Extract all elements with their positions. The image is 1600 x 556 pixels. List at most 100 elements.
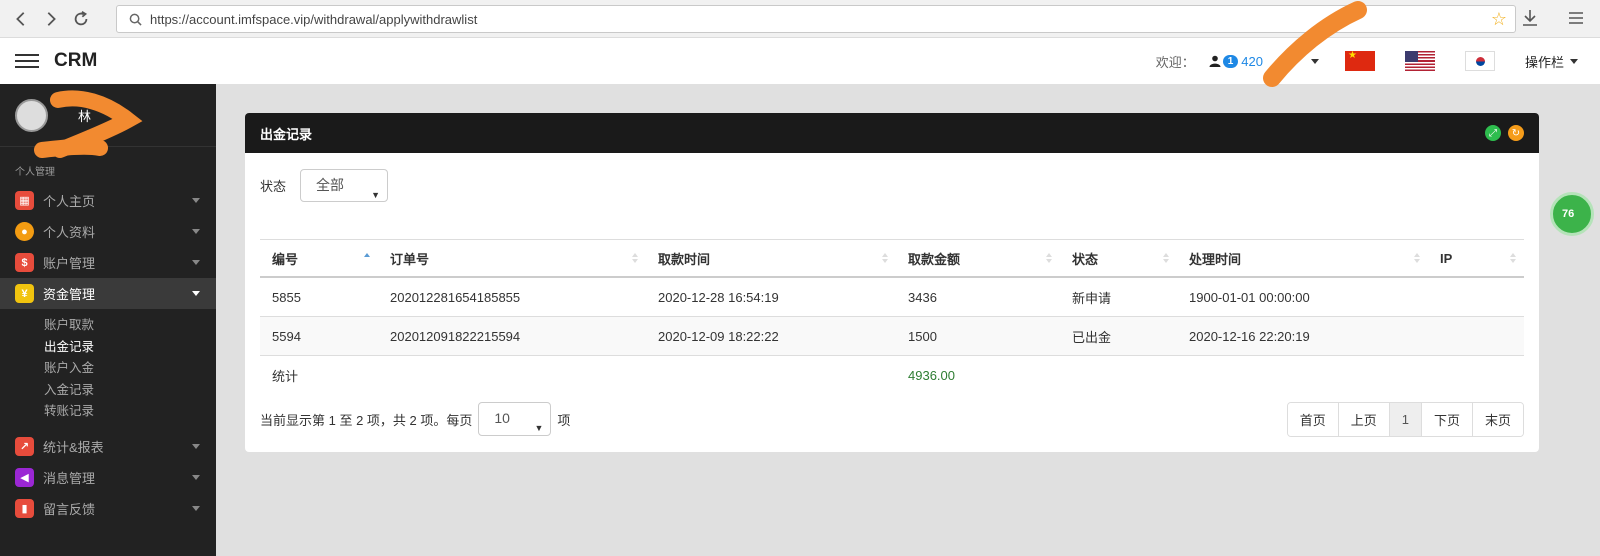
sort-icon: [1046, 253, 1052, 263]
reload-button[interactable]: [66, 4, 96, 34]
cell-amount: 1500: [908, 328, 937, 344]
page-current[interactable]: 1: [1388, 403, 1421, 436]
sidebar-item-reports[interactable]: ↗ 统计&报表: [0, 431, 216, 462]
funds-submenu: 账户取款 出金记录 账户入金 入金记录 转账记录: [0, 309, 216, 431]
sidebar-item-feedback[interactable]: ▮ 留言反馈: [0, 493, 216, 524]
column-header-processed[interactable]: 处理时间: [1177, 240, 1428, 276]
sort-icon: [1414, 253, 1420, 263]
flag-kr-icon[interactable]: [1464, 51, 1495, 71]
submenu-item-deposit[interactable]: 账户入金: [44, 358, 216, 380]
operations-label: 操作栏: [1524, 54, 1564, 70]
sidebar-item-funds[interactable]: ¥ 资金管理: [0, 278, 216, 309]
withdrawal-records-panel: 出金记录 ⤢ ↻ 状态 全部 ▼ 编号 订单号 取款时间 取款金额 状态 处理时…: [245, 113, 1539, 452]
section-label: 个人管理: [15, 167, 55, 178]
submenu-item-withdraw-records[interactable]: 出金记录: [44, 337, 216, 359]
notification-badge: 1: [1222, 54, 1239, 68]
page-first[interactable]: 首页: [1287, 403, 1338, 436]
download-icon[interactable]: [1520, 8, 1540, 28]
cell-id: 5855: [272, 289, 301, 305]
profile-name: 林: [78, 108, 92, 124]
column-header-time[interactable]: 取款时间: [646, 240, 896, 276]
expand-icon[interactable]: ⤢: [1485, 125, 1501, 141]
cell-status: 新申请: [1072, 290, 1112, 306]
operations-menu[interactable]: 操作栏: [1525, 52, 1578, 71]
submenu-item-transfer-records[interactable]: 转账记录: [44, 401, 216, 423]
cell-order: 202012091822215594: [390, 328, 521, 344]
column-header-amount[interactable]: 取款金额: [896, 240, 1060, 276]
sidebar-item-home[interactable]: ▦ 个人主页: [0, 185, 216, 216]
welcome-text: 欢迎：: [1155, 54, 1195, 70]
table-info: 当前显示第 1 至 2 项，共 2 项。每页 10 ▼ 项: [260, 402, 570, 436]
table-info-suffix: 项: [557, 412, 571, 428]
address-bar[interactable]: https://account.imfspace.vip/withdrawal/…: [116, 5, 1516, 33]
table-total-row: 统计 4936.00: [260, 356, 1524, 394]
search-icon: [129, 13, 142, 26]
submenu-item-withdraw[interactable]: 账户取款: [44, 315, 216, 337]
table-row: 5594 202012091822215594 2020-12-09 18:22…: [260, 317, 1524, 356]
panel-header: 出金记录 ⤢ ↻: [245, 113, 1539, 153]
menu-icon[interactable]: [1566, 8, 1586, 28]
user-id: 420: [1241, 53, 1263, 69]
back-button[interactable]: [6, 4, 36, 34]
cell-amount: 3436: [908, 289, 937, 305]
sidebar-toggle-icon[interactable]: [15, 54, 39, 68]
sidebar-item-profile[interactable]: ● 个人资料: [0, 216, 216, 247]
url-text: https://account.imfspace.vip/withdrawal/…: [150, 11, 478, 27]
chevron-down-icon: [192, 229, 200, 234]
floating-widget[interactable]: 76: [1550, 192, 1594, 236]
cell-time: 2020-12-09 18:22:22: [658, 328, 779, 344]
column-header-ip[interactable]: IP: [1428, 240, 1524, 276]
refresh-icon[interactable]: ↻: [1508, 125, 1524, 141]
column-header-status[interactable]: 状态: [1060, 240, 1177, 276]
brand-logo: CRM: [54, 50, 98, 71]
star-icon[interactable]: ☆: [1491, 10, 1507, 28]
megaphone-icon: ◀: [15, 467, 34, 487]
total-amount: 4936.00: [908, 367, 955, 383]
status-select[interactable]: 全部 ▼: [300, 169, 389, 202]
cell-ip: [1428, 317, 1524, 355]
submenu-item-deposit-records[interactable]: 入金记录: [44, 380, 216, 402]
sort-icon: [632, 253, 638, 263]
column-header-id[interactable]: 编号: [260, 240, 378, 276]
cell-order: 202012281654185855: [390, 289, 521, 305]
avatar[interactable]: [15, 98, 48, 132]
sidebar-item-label: 消息管理: [43, 470, 96, 486]
feedback-icon: ▮: [15, 498, 34, 518]
chevron-down-icon: [192, 474, 200, 480]
cell-processed: 2020-12-16 22:20:19: [1189, 328, 1310, 344]
sidebar-item-messages[interactable]: ◀ 消息管理: [0, 462, 216, 493]
total-label: 统计: [272, 368, 299, 384]
person-icon: ●: [15, 222, 34, 241]
sidebar-item-label: 个人主页: [43, 194, 96, 209]
chevron-down-icon: [192, 198, 200, 203]
column-header-order[interactable]: 订单号: [378, 240, 646, 276]
caret-down-icon: ▼: [371, 190, 381, 200]
forward-button[interactable]: [36, 4, 66, 34]
cell-id: 5594: [272, 328, 301, 344]
status-filter-label: 状态: [260, 179, 287, 194]
page-size-select[interactable]: 10 ▼: [478, 402, 552, 436]
chevron-down-icon: [1310, 58, 1319, 64]
page-last[interactable]: 末页: [1471, 403, 1523, 436]
sort-asc-icon: [364, 253, 370, 263]
page-size-value: 10: [494, 410, 510, 426]
reload-icon: [74, 10, 88, 25]
browser-toolbar: https://account.imfspace.vip/withdrawal/…: [0, 0, 1600, 38]
caret-down-icon: ▼: [534, 423, 544, 433]
flag-cn-icon[interactable]: [1344, 51, 1375, 71]
app-header: CRM 欢迎： 1 420 操作栏: [0, 38, 1600, 84]
page-next[interactable]: 下页: [1420, 403, 1472, 436]
sidebar-item-accounts[interactable]: $ 账户管理: [0, 247, 216, 278]
chevron-down-icon: [1570, 58, 1578, 64]
cell-time: 2020-12-28 16:54:19: [658, 289, 779, 305]
status-select-value: 全部: [316, 177, 345, 193]
sidebar-item-label: 统计&报表: [43, 439, 104, 455]
page-prev[interactable]: 上页: [1337, 403, 1389, 436]
flag-us-icon[interactable]: [1404, 51, 1435, 71]
chart-icon: ↗: [15, 436, 34, 456]
table-info-prefix: 当前显示第 1 至 2 项，共 2 项。每页: [260, 412, 473, 428]
user-icon: [1209, 55, 1221, 67]
cell-processed: 1900-01-01 00:00:00: [1189, 289, 1310, 305]
sort-icon: [1510, 253, 1516, 263]
user-menu[interactable]: 1 420: [1209, 54, 1319, 69]
